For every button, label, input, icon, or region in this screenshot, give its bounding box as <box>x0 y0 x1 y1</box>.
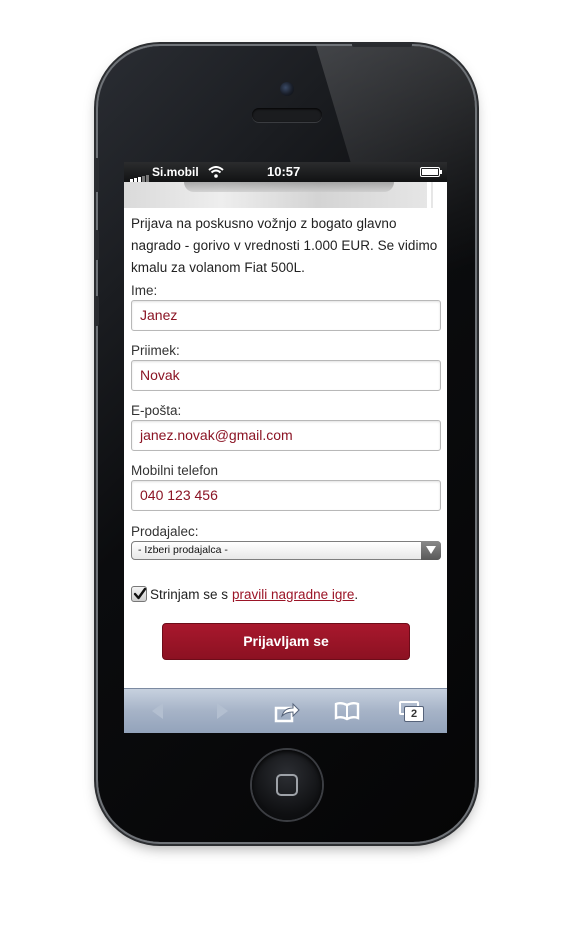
submit-button[interactable]: Prijavljam se <box>162 623 410 660</box>
intro-text: Prijava na poskusno vožnjo z bogato glav… <box>131 216 438 275</box>
field-label: E-pošta: <box>131 403 182 418</box>
chevron-down-icon <box>421 541 441 560</box>
field-email: E-pošta: janez.novak@gmail.com <box>131 402 441 451</box>
forward-icon[interactable] <box>212 701 232 721</box>
hero-edge <box>427 182 431 208</box>
rules-link[interactable]: pravili nagradne igre <box>232 587 354 602</box>
checkmark-icon <box>133 587 147 600</box>
hero-car-shape <box>184 182 394 192</box>
last-name-input[interactable]: Novak <box>131 360 441 391</box>
field-first-name: Ime: Janez <box>131 282 441 331</box>
signup-form: Prijava na poskusno vožnjo z bogato glav… <box>131 208 441 660</box>
phone-screen: Si.mobil 10:57 Prijava na poskusno vožnj… <box>124 162 447 733</box>
mute-switch <box>94 158 99 192</box>
browser-toolbar: 2 <box>124 688 447 733</box>
carrier-name: Si.mobil <box>152 165 199 179</box>
status-time: 10:57 <box>267 164 301 179</box>
agree-checkbox[interactable] <box>131 586 147 602</box>
seller-select[interactable]: - Izberi prodajalca - <box>131 541 441 560</box>
first-name-input[interactable]: Janez <box>131 300 441 331</box>
power-button <box>352 42 412 47</box>
submit-wrap: Prijavljam se <box>131 623 441 660</box>
volume-up-button <box>94 230 99 260</box>
agree-row: Strinjam se s pravili nagradne igre . <box>131 586 441 602</box>
front-camera <box>280 82 294 96</box>
volume-down-button <box>94 296 99 326</box>
field-mobile: Mobilni telefon 040 123 456 <box>131 462 441 511</box>
home-square-icon <box>276 774 298 796</box>
email-input[interactable]: janez.novak@gmail.com <box>131 420 441 451</box>
wifi-icon <box>208 166 224 178</box>
field-label: Mobilni telefon <box>131 463 219 478</box>
tabs-count: 2 <box>404 706 424 722</box>
status-bar: Si.mobil 10:57 <box>124 162 447 182</box>
share-icon[interactable] <box>274 701 300 723</box>
field-label: Prodajalec: <box>131 524 199 539</box>
mobile-phone-input[interactable]: 040 123 456 <box>131 480 441 511</box>
bookmarks-icon[interactable] <box>334 701 360 721</box>
battery-icon <box>420 167 442 177</box>
field-label: Ime: <box>131 283 158 298</box>
earpiece-speaker <box>252 108 322 122</box>
tabs-icon[interactable]: 2 <box>399 701 425 723</box>
hero-edge <box>433 182 447 208</box>
agree-text: Strinjam se s <box>150 586 229 602</box>
field-label: Priimek: <box>131 343 180 358</box>
back-icon[interactable] <box>148 701 168 721</box>
field-seller: Prodajalec: - Izberi prodajalca - <box>131 523 441 560</box>
agree-suffix: . <box>354 586 359 602</box>
field-last-name: Priimek: Novak <box>131 342 441 391</box>
signal-bars-icon <box>130 167 150 182</box>
seller-select-value: - Izberi prodajalca - <box>138 544 228 556</box>
